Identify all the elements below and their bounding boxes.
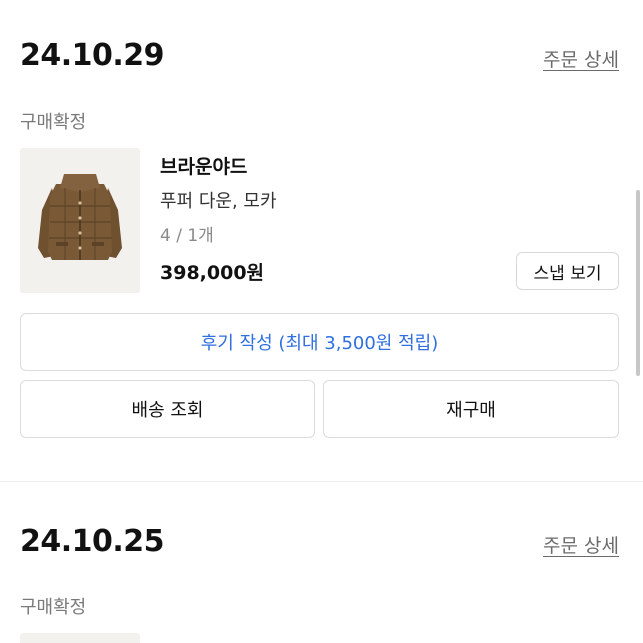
brand-name[interactable]: 브라운야드 bbox=[160, 152, 247, 179]
product-image[interactable] bbox=[20, 148, 140, 293]
order-status: 구매확정 bbox=[20, 112, 87, 133]
product-option: 4 / 1개 bbox=[160, 226, 214, 246]
order-status: 구매확정 bbox=[20, 597, 87, 618]
product-price: 398,000원 bbox=[160, 262, 265, 284]
order-date: 24.10.25 bbox=[20, 524, 165, 559]
puffer-jacket-image bbox=[20, 148, 140, 293]
order-history-page: 24.10.29 주문 상세 구매확정 브라운야드 푸퍼 다운, 모카 4 / … bbox=[0, 0, 643, 643]
product-image[interactable] bbox=[20, 633, 140, 643]
write-review-button[interactable]: 후기 작성 (최대 3,500원 적립) bbox=[20, 313, 619, 371]
order-detail-link[interactable]: 주문 상세 bbox=[543, 531, 619, 558]
order-divider bbox=[0, 481, 643, 482]
order-detail-link[interactable]: 주문 상세 bbox=[543, 45, 619, 72]
product-name[interactable]: 푸퍼 다운, 모카 bbox=[160, 187, 277, 213]
track-shipping-button[interactable]: 배송 조회 bbox=[20, 380, 315, 438]
scrollbar[interactable] bbox=[636, 190, 640, 376]
order-date: 24.10.29 bbox=[20, 38, 165, 73]
snap-view-button[interactable]: 스냅 보기 bbox=[516, 252, 619, 290]
reorder-button[interactable]: 재구매 bbox=[323, 380, 619, 438]
